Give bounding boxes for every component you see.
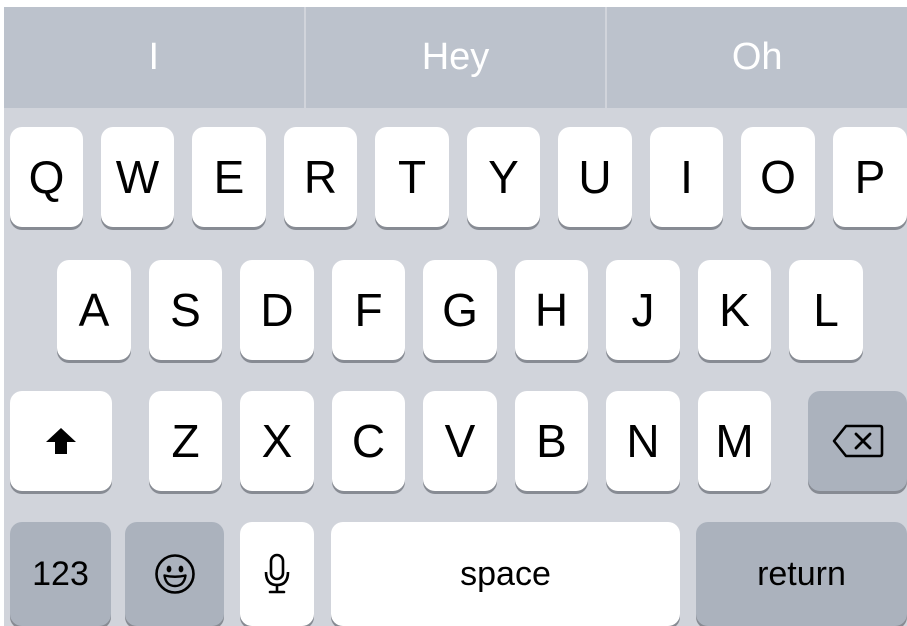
shift-arrow-icon [45,427,77,455]
key-h[interactable]: H [515,260,588,360]
key-i[interactable]: I [650,127,723,227]
microphone-icon [264,553,290,595]
suggestion-3[interactable]: Oh [607,7,907,108]
key-f[interactable]: F [332,260,405,360]
keyboard: I Hey Oh Q W E R T Y U I O P A S D F G H… [4,7,907,626]
key-k[interactable]: K [698,260,771,360]
key-x[interactable]: X [240,391,314,491]
key-j[interactable]: J [606,260,680,360]
dictation-key[interactable] [240,522,314,626]
key-v[interactable]: V [423,391,497,491]
key-e[interactable]: E [192,127,266,227]
key-u[interactable]: U [558,127,632,227]
space-bar[interactable]: space [331,522,680,626]
key-a[interactable]: A [57,260,131,360]
backspace-icon [832,424,884,458]
key-c[interactable]: C [332,391,405,491]
key-g[interactable]: G [423,260,497,360]
smiley-face-icon [154,553,196,595]
key-r[interactable]: R [284,127,357,227]
return-key[interactable]: return [696,522,907,626]
key-w[interactable]: W [101,127,174,227]
key-t[interactable]: T [375,127,449,227]
key-s[interactable]: S [149,260,222,360]
key-q[interactable]: Q [10,127,83,227]
key-z[interactable]: Z [149,391,222,491]
delete-key[interactable] [808,391,907,491]
key-o[interactable]: O [741,127,815,227]
key-y[interactable]: Y [467,127,540,227]
key-d[interactable]: D [240,260,314,360]
suggestion-1[interactable]: I [4,7,304,108]
key-m[interactable]: M [698,391,771,491]
emoji-key[interactable] [125,522,224,626]
suggestion-bar: I Hey Oh [4,7,907,108]
numbers-key[interactable]: 123 [10,522,111,626]
key-b[interactable]: B [515,391,588,491]
shift-key[interactable] [10,391,112,491]
key-p[interactable]: P [833,127,907,227]
suggestion-2[interactable]: Hey [306,7,606,108]
key-n[interactable]: N [606,391,680,491]
key-l[interactable]: L [789,260,863,360]
